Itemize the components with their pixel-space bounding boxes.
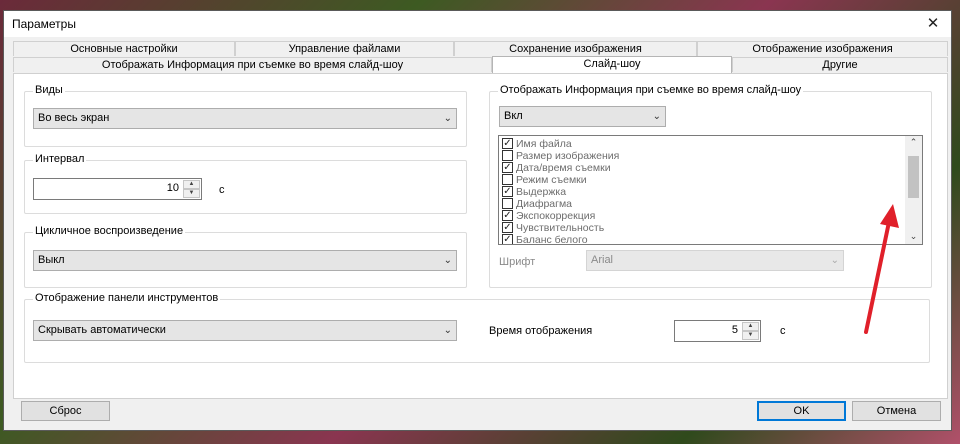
annotation-arrow-icon [864,204,899,334]
tab-slideshow[interactable]: Слайд-шоу [492,56,732,73]
